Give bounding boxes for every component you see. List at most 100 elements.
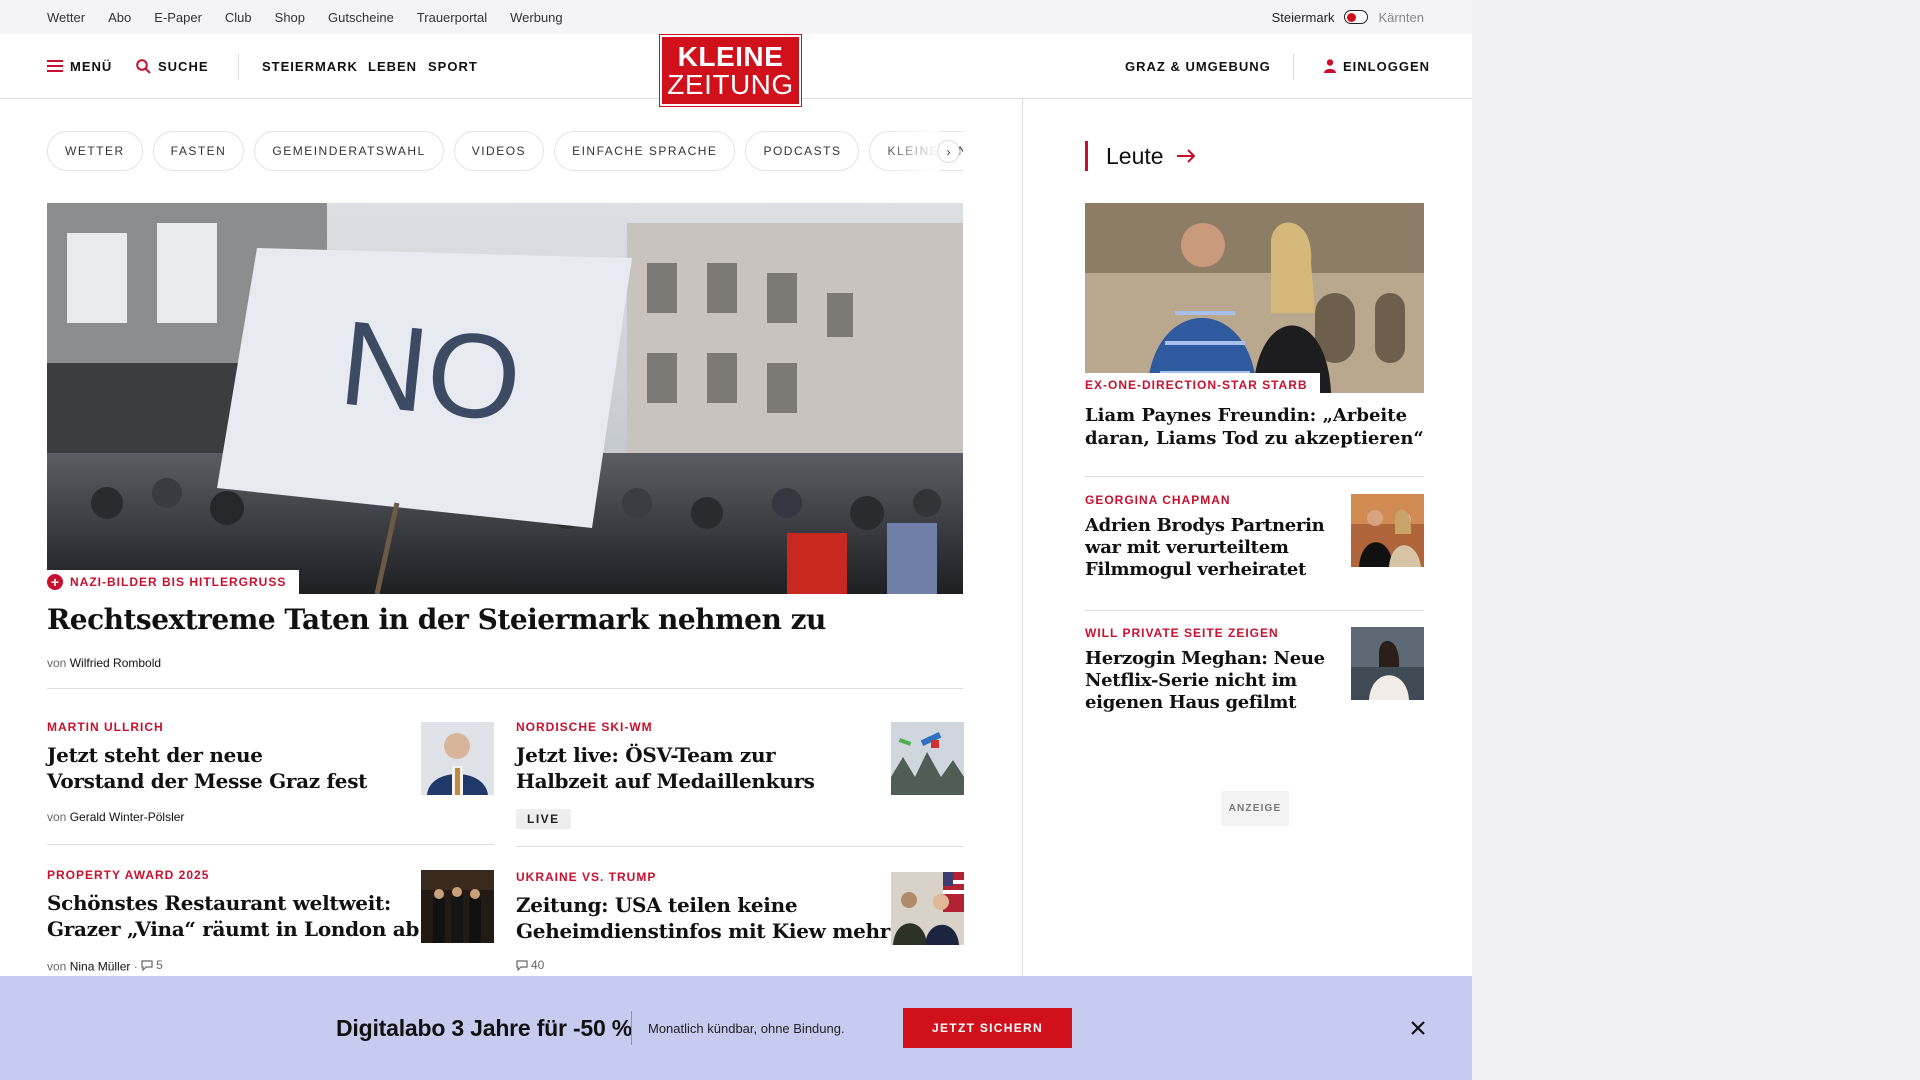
lead-people-kicker-text: EX-ONE-DIRECTION-STAR STARB <box>1085 378 1308 392</box>
search-button[interactable]: SUCHE <box>136 34 209 98</box>
region-switch: Steiermark Kärnten <box>1272 0 1424 34</box>
sidebar-story-headline-line: Filmmogul verheiratet <box>1085 559 1307 580</box>
sidebar-story-headline-line: Adrien Brodys Partnerin <box>1085 515 1325 536</box>
lead-people-image[interactable] <box>1085 203 1424 393</box>
chip-einfache-sprache[interactable]: EINFACHE SPRACHE <box>554 131 736 171</box>
jetzt-sichern-button[interactable]: JETZT SICHERN <box>903 1008 1072 1048</box>
story-separator <box>47 844 494 845</box>
story-headline: Schönstes Restaurant weltweit: Grazer „V… <box>47 890 419 942</box>
topic-chips: WETTER FASTEN GEMEINDERATSWAHL VIDEOS EI… <box>47 131 963 171</box>
story-author[interactable]: Nina Müller <box>70 960 131 974</box>
lead-people-headline[interactable]: Liam Paynes Freundin: „Arbeite daran, Li… <box>1085 404 1424 450</box>
empty-viewport-area <box>1472 0 1920 1080</box>
story-headline-line: Halbzeit auf Medaillenkurs <box>516 769 815 793</box>
sidebar-separator <box>1085 610 1424 611</box>
story-author[interactable]: Gerald Winter-Pölsler <box>70 810 185 824</box>
story-thumbnail[interactable] <box>891 722 964 795</box>
story-byline: 40 <box>516 958 544 974</box>
login-button[interactable]: EINLOGGEN <box>1324 34 1430 98</box>
banner-divider <box>631 1011 632 1045</box>
nav-sport[interactable]: SPORT <box>428 34 478 98</box>
nav-leben[interactable]: LEBEN <box>368 34 417 98</box>
hero-separator <box>47 688 963 689</box>
hero-byline: von Wilfried Rombold <box>47 656 161 670</box>
section-leute-header[interactable]: Leute <box>1085 141 1196 171</box>
utility-link-werbung[interactable]: Werbung <box>510 10 563 25</box>
hero-kicker: + NAZI-BILDER BIS HITLERGRUSS <box>47 570 300 594</box>
utility-link-shop[interactable]: Shop <box>275 10 305 25</box>
story-headline-line: Schönstes Restaurant weltweit: <box>47 891 392 915</box>
story-thumbnail[interactable] <box>421 870 494 943</box>
chip-gemeinderatswahl[interactable]: GEMEINDERATSWAHL <box>254 131 444 171</box>
hero-photo-illustration: NO <box>47 203 963 594</box>
live-badge: LIVE <box>516 809 571 829</box>
search-icon <box>136 58 151 74</box>
story-kicker: MARTIN ULLRICH <box>47 720 164 734</box>
story-headline-line: Geheimdienstinfos mit Kiew mehr <box>516 919 890 943</box>
lead-people-headline-line: Liam Paynes Freundin: „Arbeite <box>1085 405 1408 426</box>
utility-link-gutscheine[interactable]: Gutscheine <box>328 10 394 25</box>
plus-icon: + <box>47 574 63 590</box>
utility-links: Wetter Abo E-Paper Club Shop Gutscheine … <box>47 0 563 34</box>
region-kaernten[interactable]: Kärnten <box>1378 10 1424 25</box>
search-label: SUCHE <box>158 58 209 74</box>
nav-steiermark[interactable]: STEIERMARK <box>262 34 358 98</box>
story-byline: von Nina Müller · 5 <box>47 958 163 974</box>
hamburger-icon <box>47 60 63 72</box>
byline-prefix: von <box>47 810 67 824</box>
close-icon[interactable] <box>1408 1018 1428 1038</box>
chip-fasten[interactable]: FASTEN <box>152 131 245 171</box>
main-header: MENÜ SUCHE STEIERMARK LEBEN SPORT KLEINE… <box>0 34 1472 107</box>
sidebar-story-headline-line: war mit verurteiltem <box>1085 537 1289 558</box>
hero-image[interactable]: NO <box>47 203 963 594</box>
comment-icon <box>141 959 153 971</box>
sidebar-story-kicker: GEORGINA CHAPMAN <box>1085 493 1231 507</box>
byline-prefix: von <box>47 959 67 974</box>
hero-sign-text: NO <box>334 296 527 448</box>
comment-count[interactable]: 5 <box>141 958 163 972</box>
column-divider <box>1022 99 1023 979</box>
kleine-zeitung-logo[interactable]: KLEINE ZEITUNG <box>659 34 802 107</box>
region-toggle[interactable] <box>1344 10 1369 24</box>
sidebar-thumbnail[interactable] <box>1351 627 1424 700</box>
logo-line-1: KLEINE <box>677 40 784 72</box>
story-byline: von Gerald Winter-Pölsler <box>47 810 184 824</box>
story-separator <box>516 846 963 847</box>
comment-count-value: 5 <box>156 958 163 972</box>
chips-next-button[interactable]: › <box>937 140 960 163</box>
comment-count-value: 40 <box>531 958 545 972</box>
page: Wetter Abo E-Paper Club Shop Gutscheine … <box>0 0 1472 1080</box>
user-icon <box>1324 59 1336 73</box>
ad-label: ANZEIGE <box>1221 791 1289 826</box>
story-thumbnail[interactable] <box>891 872 964 945</box>
utility-bar: Wetter Abo E-Paper Club Shop Gutscheine … <box>0 0 1472 34</box>
chip-podcasts[interactable]: PODCASTS <box>745 131 860 171</box>
utility-link-wetter[interactable]: Wetter <box>47 10 85 25</box>
story-headline-line: Zeitung: USA teilen keine <box>516 893 798 917</box>
hero-headline[interactable]: Rechtsextreme Taten in der Steiermark ne… <box>47 603 826 636</box>
utility-link-epaper[interactable]: E-Paper <box>154 10 202 25</box>
sidebar-story-headline-line: Herzogin Meghan: Neue <box>1085 648 1325 669</box>
comment-count[interactable]: 40 <box>516 958 544 972</box>
story-kicker: NORDISCHE SKI-WM <box>516 720 653 734</box>
story-headline: Jetzt live: ÖSV-Team zur Halbzeit auf Me… <box>516 742 815 794</box>
banner-subtext: Monatlich kündbar, ohne Bindung. <box>648 1020 845 1036</box>
sidebar-thumbnail[interactable] <box>1351 494 1424 567</box>
sidebar-story-headline-line: eigenen Haus gefilmt <box>1085 692 1297 713</box>
arrow-right-icon <box>1176 149 1195 163</box>
story-thumbnail[interactable] <box>421 722 494 795</box>
menu-button[interactable]: MENÜ <box>47 34 112 98</box>
chip-wetter[interactable]: WETTER <box>47 131 143 171</box>
hero-author[interactable]: Wilfried Rombold <box>70 656 161 670</box>
graz-umgebung-link[interactable]: GRAZ & UMGEBUNG <box>1125 34 1271 98</box>
utility-link-abo[interactable]: Abo <box>108 10 131 25</box>
story-headline-line: Jetzt live: ÖSV-Team zur <box>516 743 776 767</box>
banner-headline: Digitalabo 3 Jahre für -50 % <box>336 1014 633 1041</box>
chip-videos[interactable]: VIDEOS <box>453 131 545 171</box>
header-divider <box>238 54 239 80</box>
utility-link-club[interactable]: Club <box>225 10 252 25</box>
logo-line-2: ZEITUNG <box>667 68 794 100</box>
region-steiermark[interactable]: Steiermark <box>1272 10 1335 25</box>
utility-link-trauerportal[interactable]: Trauerportal <box>417 10 487 25</box>
sidebar-separator <box>1085 476 1424 477</box>
